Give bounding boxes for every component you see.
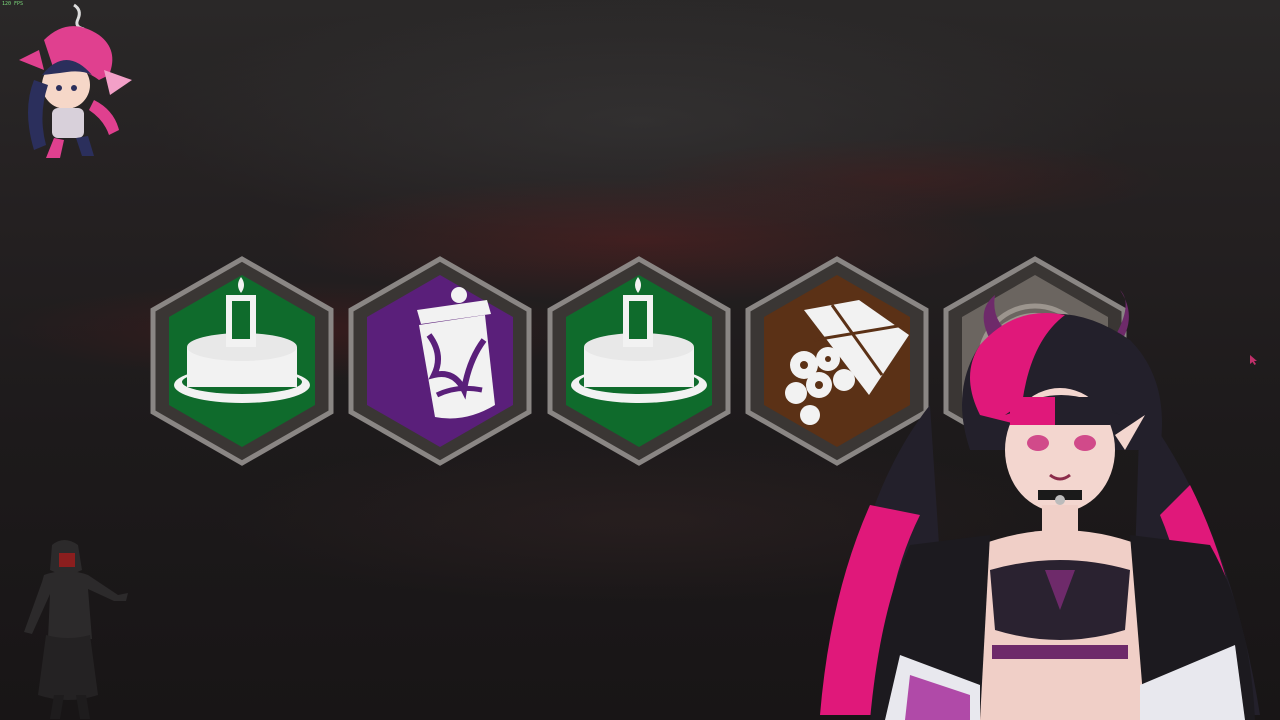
game-scene: 120 FPS xyxy=(0,0,1280,720)
perk-slot-3[interactable] xyxy=(546,255,732,467)
hooded-killer-figure xyxy=(14,535,134,720)
vtuber-avatar-overlay xyxy=(810,285,1280,720)
perk-slot-1[interactable] xyxy=(149,255,335,467)
perk-slot-2[interactable] xyxy=(347,255,533,467)
chibi-mascot-overlay xyxy=(4,0,134,165)
mouse-cursor xyxy=(1250,350,1258,365)
